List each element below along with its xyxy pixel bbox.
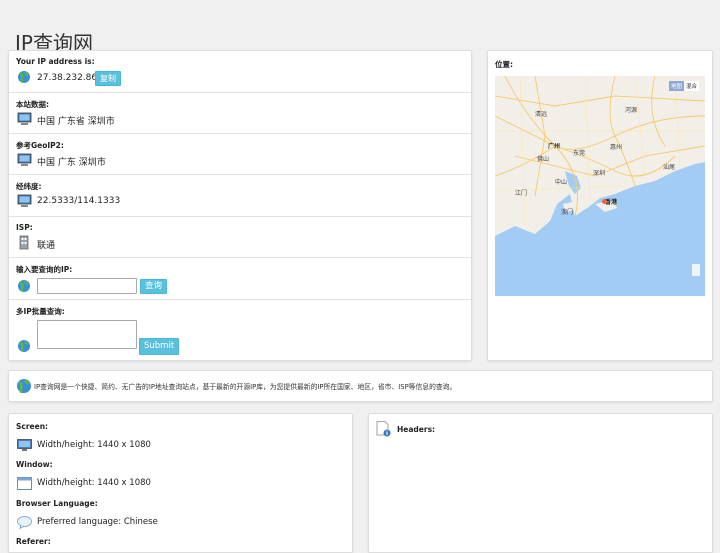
query-button[interactable]: 查询 bbox=[140, 279, 168, 294]
window-label: Window: bbox=[16, 460, 53, 469]
computer-icon bbox=[17, 152, 32, 166]
map-label-macau: 澳门 bbox=[561, 209, 574, 216]
latlng-row: 经纬度: 22.5333/114.1333 bbox=[9, 175, 471, 217]
isp-value: 联通 bbox=[37, 241, 56, 251]
map-label-huizhou: 惠州 bbox=[610, 144, 623, 151]
globe-icon bbox=[17, 278, 31, 292]
map-type-hybrid-button[interactable]: 混合 bbox=[683, 81, 699, 91]
batch-ip-textarea[interactable] bbox=[37, 320, 137, 349]
geoip-value: 中国 广东 深圳市 bbox=[37, 158, 106, 168]
headers-panel: Headers: bbox=[368, 413, 713, 553]
map-label-dongguan: 东莞 bbox=[573, 150, 586, 157]
ip-row: Your IP address is: 27.38.232.86 复制 bbox=[9, 51, 471, 93]
geoip-label: 参考GeoIP2: bbox=[16, 141, 64, 150]
referer-label: Referer: bbox=[16, 537, 51, 546]
document-info-icon bbox=[376, 421, 391, 437]
ip-label: Your IP address is: bbox=[16, 57, 95, 66]
map-type-switcher: 地图 混合 bbox=[668, 81, 699, 91]
screen-value: Width/height: 1440 x 1080 bbox=[37, 440, 151, 450]
query-label: 输入要查询的IP: bbox=[16, 265, 73, 274]
batch-row: 多IP批量查询: Submit bbox=[9, 300, 471, 360]
window-value: Width/height: 1440 x 1080 bbox=[37, 478, 151, 488]
site-data-label: 本站数据: bbox=[16, 100, 49, 109]
language-value: Preferred language: Chinese bbox=[37, 517, 158, 527]
language-label: Browser Language: bbox=[16, 499, 98, 508]
location-map[interactable]: 清远 河源 广州 佛山 东莞 惠州 深圳 中山 汕尾 江门 香港 澳门 地图 混… bbox=[495, 76, 705, 296]
description-bar: IP查询网是一个快捷、简约、无广告的IP地址查询站点，基于最新的开源IP库，为您… bbox=[8, 370, 713, 402]
batch-label: 多IP批量查询: bbox=[16, 307, 65, 316]
headers-label: Headers: bbox=[397, 425, 436, 434]
location-label: 位置: bbox=[495, 60, 513, 69]
copy-button[interactable]: 复制 bbox=[95, 71, 121, 86]
map-label-foshan: 佛山 bbox=[537, 156, 550, 163]
computer-icon bbox=[17, 111, 32, 125]
map-label-shenzhen: 深圳 bbox=[593, 170, 606, 177]
location-marker-icon bbox=[602, 199, 607, 204]
building-icon bbox=[17, 235, 31, 250]
screen-label: Screen: bbox=[16, 422, 49, 431]
map-label-jiangmen: 江门 bbox=[515, 190, 528, 197]
submit-button[interactable]: Submit bbox=[139, 338, 180, 355]
isp-label: ISP: bbox=[16, 223, 33, 232]
ip-address-value: 27.38.232.86 bbox=[37, 73, 98, 83]
site-data-row: 本站数据: 中国 广东省 深圳市 bbox=[9, 93, 471, 134]
query-row: 输入要查询的IP: 查询 bbox=[9, 258, 471, 300]
monitor-icon bbox=[17, 437, 32, 451]
ip-query-input[interactable] bbox=[37, 278, 137, 294]
latlng-value: 22.5333/114.1333 bbox=[37, 196, 121, 206]
geoip-row: 参考GeoIP2: 中国 广东 深圳市 bbox=[9, 134, 471, 175]
location-panel: 位置: 清远 河源 广州 佛山 东莞 惠州 深圳 中山 汕尾 江门 香港 澳门 … bbox=[487, 50, 713, 361]
globe-logo-icon bbox=[16, 378, 32, 394]
site-data-value: 中国 广东省 深圳市 bbox=[37, 117, 115, 127]
map-label-qingyuan: 清远 bbox=[535, 111, 548, 118]
latlng-label: 经纬度: bbox=[16, 182, 42, 191]
globe-icon bbox=[17, 69, 31, 83]
isp-row: ISP: 联通 bbox=[9, 217, 471, 258]
speech-bubble-icon bbox=[17, 514, 32, 530]
site-description: IP查询网是一个快捷、简约、无广告的IP地址查询站点，基于最新的开源IP库，为您… bbox=[34, 383, 457, 391]
computer-icon bbox=[17, 193, 32, 207]
map-label-guangzhou: 广州 bbox=[548, 143, 561, 150]
map-type-map-button[interactable]: 地图 bbox=[668, 81, 684, 91]
map-canvas bbox=[495, 76, 705, 296]
ip-info-panel: Your IP address is: 27.38.232.86 复制 本站数据… bbox=[8, 50, 472, 361]
map-label-zhongshan: 中山 bbox=[555, 179, 568, 186]
globe-icon bbox=[17, 338, 31, 352]
client-info-panel: Screen: Width/height: 1440 x 1080 Window… bbox=[8, 413, 353, 553]
window-icon bbox=[17, 475, 32, 490]
map-label-shanwei: 汕尾 bbox=[663, 164, 676, 171]
map-label-heyuan: 河源 bbox=[625, 107, 638, 114]
